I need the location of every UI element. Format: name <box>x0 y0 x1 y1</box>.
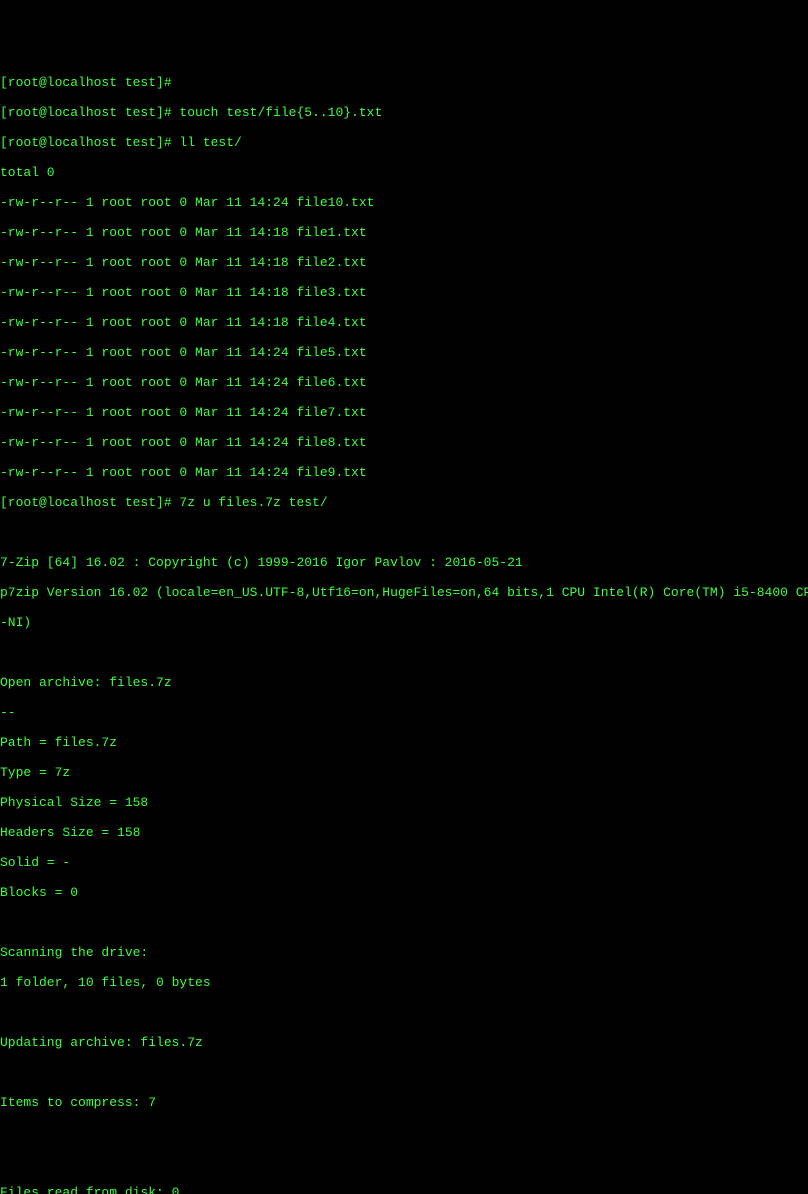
terminal-line: Updating archive: files.7z <box>0 1035 808 1050</box>
terminal-line: Scanning the drive: <box>0 945 808 960</box>
terminal-line: -rw-r--r-- 1 root root 0 Mar 11 14:24 fi… <box>0 465 808 480</box>
terminal-line: -rw-r--r-- 1 root root 0 Mar 11 14:18 fi… <box>0 255 808 270</box>
terminal-line: Physical Size = 158 <box>0 795 808 810</box>
terminal-line: [root@localhost test]# 7z u files.7z tes… <box>0 495 808 510</box>
terminal-line: Open archive: files.7z <box>0 675 808 690</box>
terminal-line <box>0 1125 808 1140</box>
terminal-output[interactable]: [root@localhost test]# [root@localhost t… <box>0 60 808 1194</box>
terminal-line <box>0 1065 808 1080</box>
terminal-line: Solid = - <box>0 855 808 870</box>
terminal-line: -rw-r--r-- 1 root root 0 Mar 11 14:24 fi… <box>0 435 808 450</box>
terminal-line <box>0 645 808 660</box>
terminal-line <box>0 525 808 540</box>
terminal-line: [root@localhost test]# touch test/file{5… <box>0 105 808 120</box>
terminal-line: Files read from disk: 0 <box>0 1185 808 1194</box>
terminal-line: -rw-r--r-- 1 root root 0 Mar 11 14:18 fi… <box>0 285 808 300</box>
terminal-line: Items to compress: 7 <box>0 1095 808 1110</box>
terminal-line: -rw-r--r-- 1 root root 0 Mar 11 14:18 fi… <box>0 315 808 330</box>
terminal-line: -rw-r--r-- 1 root root 0 Mar 11 14:24 fi… <box>0 195 808 210</box>
terminal-line: total 0 <box>0 165 808 180</box>
terminal-line: -rw-r--r-- 1 root root 0 Mar 11 14:24 fi… <box>0 405 808 420</box>
terminal-line: Headers Size = 158 <box>0 825 808 840</box>
terminal-line: Blocks = 0 <box>0 885 808 900</box>
terminal-line: -rw-r--r-- 1 root root 0 Mar 11 14:18 fi… <box>0 225 808 240</box>
terminal-line <box>0 1005 808 1020</box>
terminal-line: Type = 7z <box>0 765 808 780</box>
terminal-line: 7-Zip [64] 16.02 : Copyright (c) 1999-20… <box>0 555 808 570</box>
terminal-line: Path = files.7z <box>0 735 808 750</box>
terminal-line: -rw-r--r-- 1 root root 0 Mar 11 14:24 fi… <box>0 345 808 360</box>
terminal-line: [root@localhost test]# ll test/ <box>0 135 808 150</box>
terminal-line: [root@localhost test]# <box>0 75 808 90</box>
terminal-line <box>0 915 808 930</box>
terminal-line: 1 folder, 10 files, 0 bytes <box>0 975 808 990</box>
terminal-line: -- <box>0 705 808 720</box>
terminal-line: -rw-r--r-- 1 root root 0 Mar 11 14:24 fi… <box>0 375 808 390</box>
terminal-line: -NI) <box>0 615 808 630</box>
terminal-line <box>0 1155 808 1170</box>
terminal-line: p7zip Version 16.02 (locale=en_US.UTF-8,… <box>0 585 808 600</box>
